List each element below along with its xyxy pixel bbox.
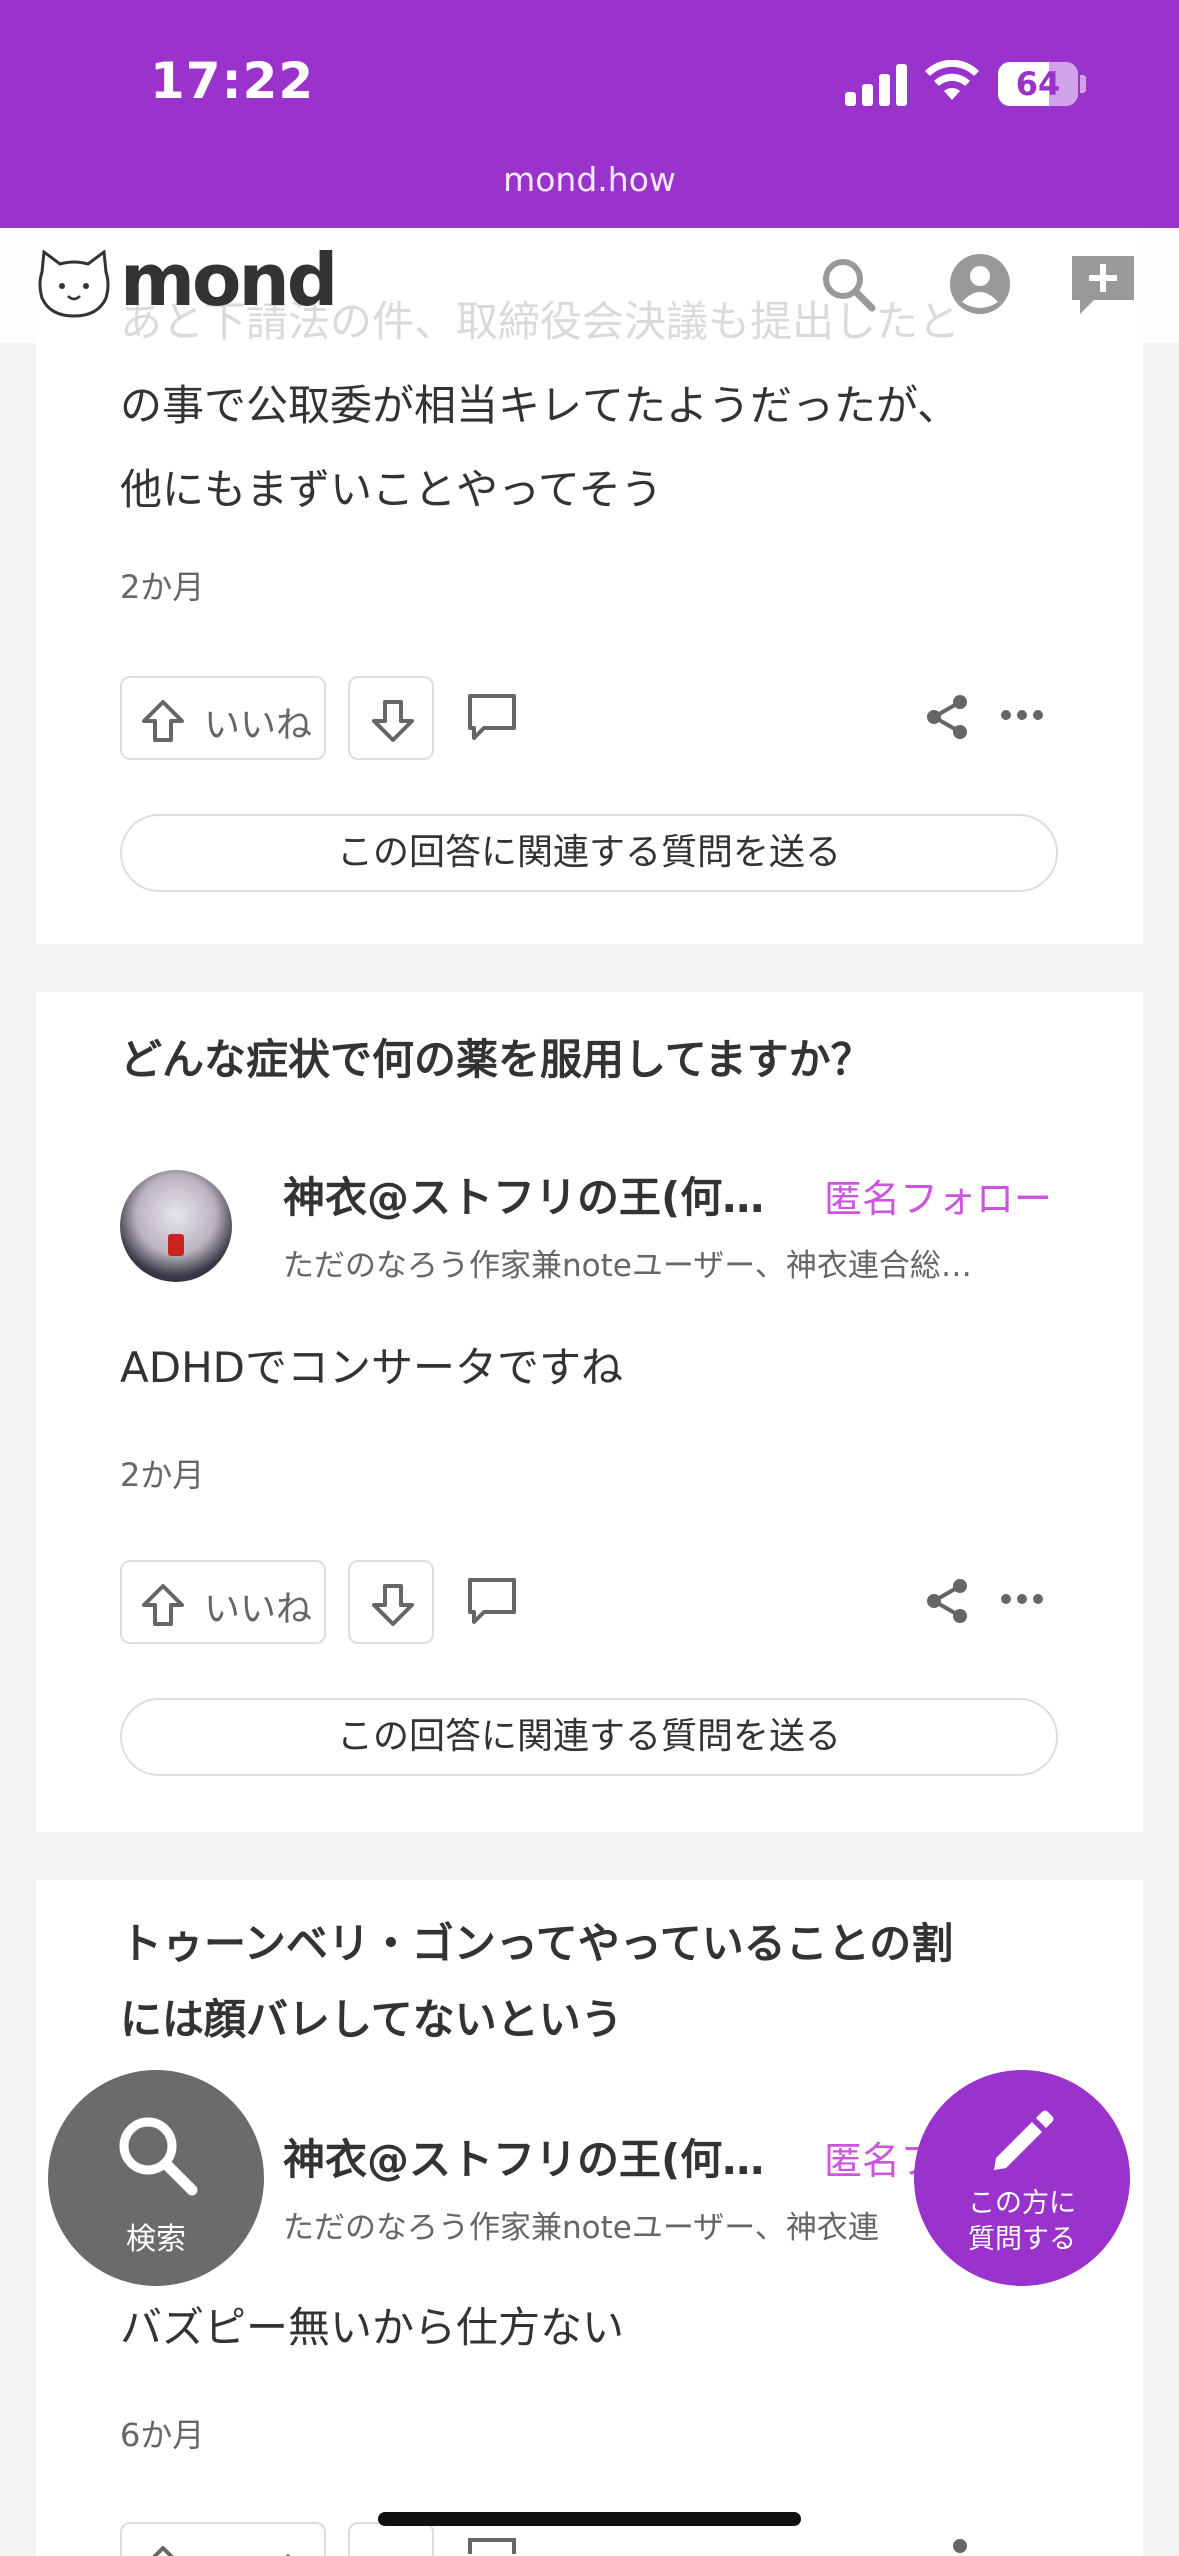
upvote-arrow-icon xyxy=(142,1584,184,1626)
ask-label-line: この方に xyxy=(968,2188,1076,2219)
user-name[interactable]: 神衣@ストフリの王(何… xyxy=(283,1164,764,1225)
cellular-signal-icon xyxy=(845,62,907,106)
like-label: いいね xyxy=(204,705,313,746)
anonymous-follow-button[interactable]: 匿名フォロー xyxy=(824,1168,1052,1223)
share-icon[interactable] xyxy=(922,1576,972,1626)
downvote-arrow-icon xyxy=(372,700,414,742)
status-time: 17:22 xyxy=(150,52,315,110)
ask-label-line: 質問する xyxy=(968,2224,1076,2255)
like-label: いいね xyxy=(204,1589,313,1630)
battery-level: 64 xyxy=(1015,65,1061,103)
related-question-button[interactable]: この回答に関連する質問を送る xyxy=(120,814,1058,892)
site-header: mond xyxy=(0,228,1179,343)
user-bio: ただのなろう作家兼noteユーザー、神衣連合総… xyxy=(283,1248,972,1284)
search-icon xyxy=(119,2117,198,2196)
search-fab-button[interactable]: 検索 xyxy=(48,2070,264,2286)
ask-question-fab-label: この方に 質問する xyxy=(914,2186,1130,2258)
comment-icon[interactable] xyxy=(466,2536,518,2556)
battery-icon: 64 xyxy=(998,62,1078,106)
cat-logo-icon[interactable] xyxy=(36,250,112,318)
downvote-arrow-icon xyxy=(372,1584,414,1626)
search-fab-label: 検索 xyxy=(126,2222,186,2257)
answer-line: 他にもまずいことやってそう xyxy=(120,465,663,514)
downvote-button[interactable] xyxy=(348,2522,434,2556)
answer-text: バズピー無いから仕方ない xyxy=(120,2303,625,2352)
user-name[interactable]: 神衣@ストフリの王(何… xyxy=(283,2126,764,2187)
home-indicator[interactable] xyxy=(378,2512,801,2526)
upvote-arrow-icon xyxy=(142,700,184,742)
wifi-icon xyxy=(925,60,979,100)
share-icon[interactable] xyxy=(922,692,972,742)
like-label: いいね xyxy=(204,2542,312,2556)
answer-date: 6か月 xyxy=(120,2416,205,2454)
like-button[interactable]: いいね xyxy=(120,2522,326,2556)
answer-date: 2か月 xyxy=(120,568,205,606)
ask-question-fab-button[interactable]: この方に 質問する xyxy=(914,2070,1130,2286)
like-button[interactable]: いいね xyxy=(120,676,326,760)
comment-icon[interactable] xyxy=(466,1576,518,1628)
add-question-icon[interactable] xyxy=(1070,252,1136,318)
url-bar[interactable]: mond.how xyxy=(0,160,1179,199)
site-logo[interactable]: mond xyxy=(120,238,338,322)
more-options-icon[interactable] xyxy=(1000,708,1044,722)
user-bio: ただのなろう作家兼noteユーザー、神衣連 xyxy=(283,2210,879,2246)
more-options-icon[interactable] xyxy=(1000,1592,1044,1606)
like-button[interactable]: いいね xyxy=(120,1560,326,1644)
answer-date: 2か月 xyxy=(120,1456,205,1494)
avatar[interactable] xyxy=(120,1170,232,1282)
answer-card: どんな症状で何の薬を服用してますか？ 神衣@ストフリの王(何… 匿名フォロー た… xyxy=(36,992,1143,1832)
comment-icon[interactable] xyxy=(466,692,518,744)
downvote-button[interactable] xyxy=(348,676,434,760)
question-title[interactable]: どんな症状で何の薬を服用してますか？ xyxy=(120,1022,873,1098)
question-line: には顔バレしてないという xyxy=(120,1995,623,2044)
related-question-button[interactable]: この回答に関連する質問を送る xyxy=(120,1698,1058,1776)
upvote-arrow-icon xyxy=(152,2546,174,2556)
user-account-icon[interactable] xyxy=(948,252,1012,316)
answer-text: ADHDでコンサータですね xyxy=(120,1343,623,1392)
pencil-icon xyxy=(994,2110,1054,2170)
status-bar: 17:22 64 mond.how xyxy=(0,0,1179,228)
question-line: トゥーンベリ・ゴンってやっていることの割 xyxy=(120,1919,954,1968)
downvote-button[interactable] xyxy=(348,1560,434,1644)
answer-line: の事で公取委が相当キレてたようだったが、 xyxy=(120,381,960,430)
share-icon[interactable] xyxy=(922,2536,972,2556)
question-title[interactable]: トゥーンベリ・ゴンってやっていることの割 には顔バレしてないという xyxy=(120,1906,953,2058)
search-icon[interactable] xyxy=(818,254,878,314)
